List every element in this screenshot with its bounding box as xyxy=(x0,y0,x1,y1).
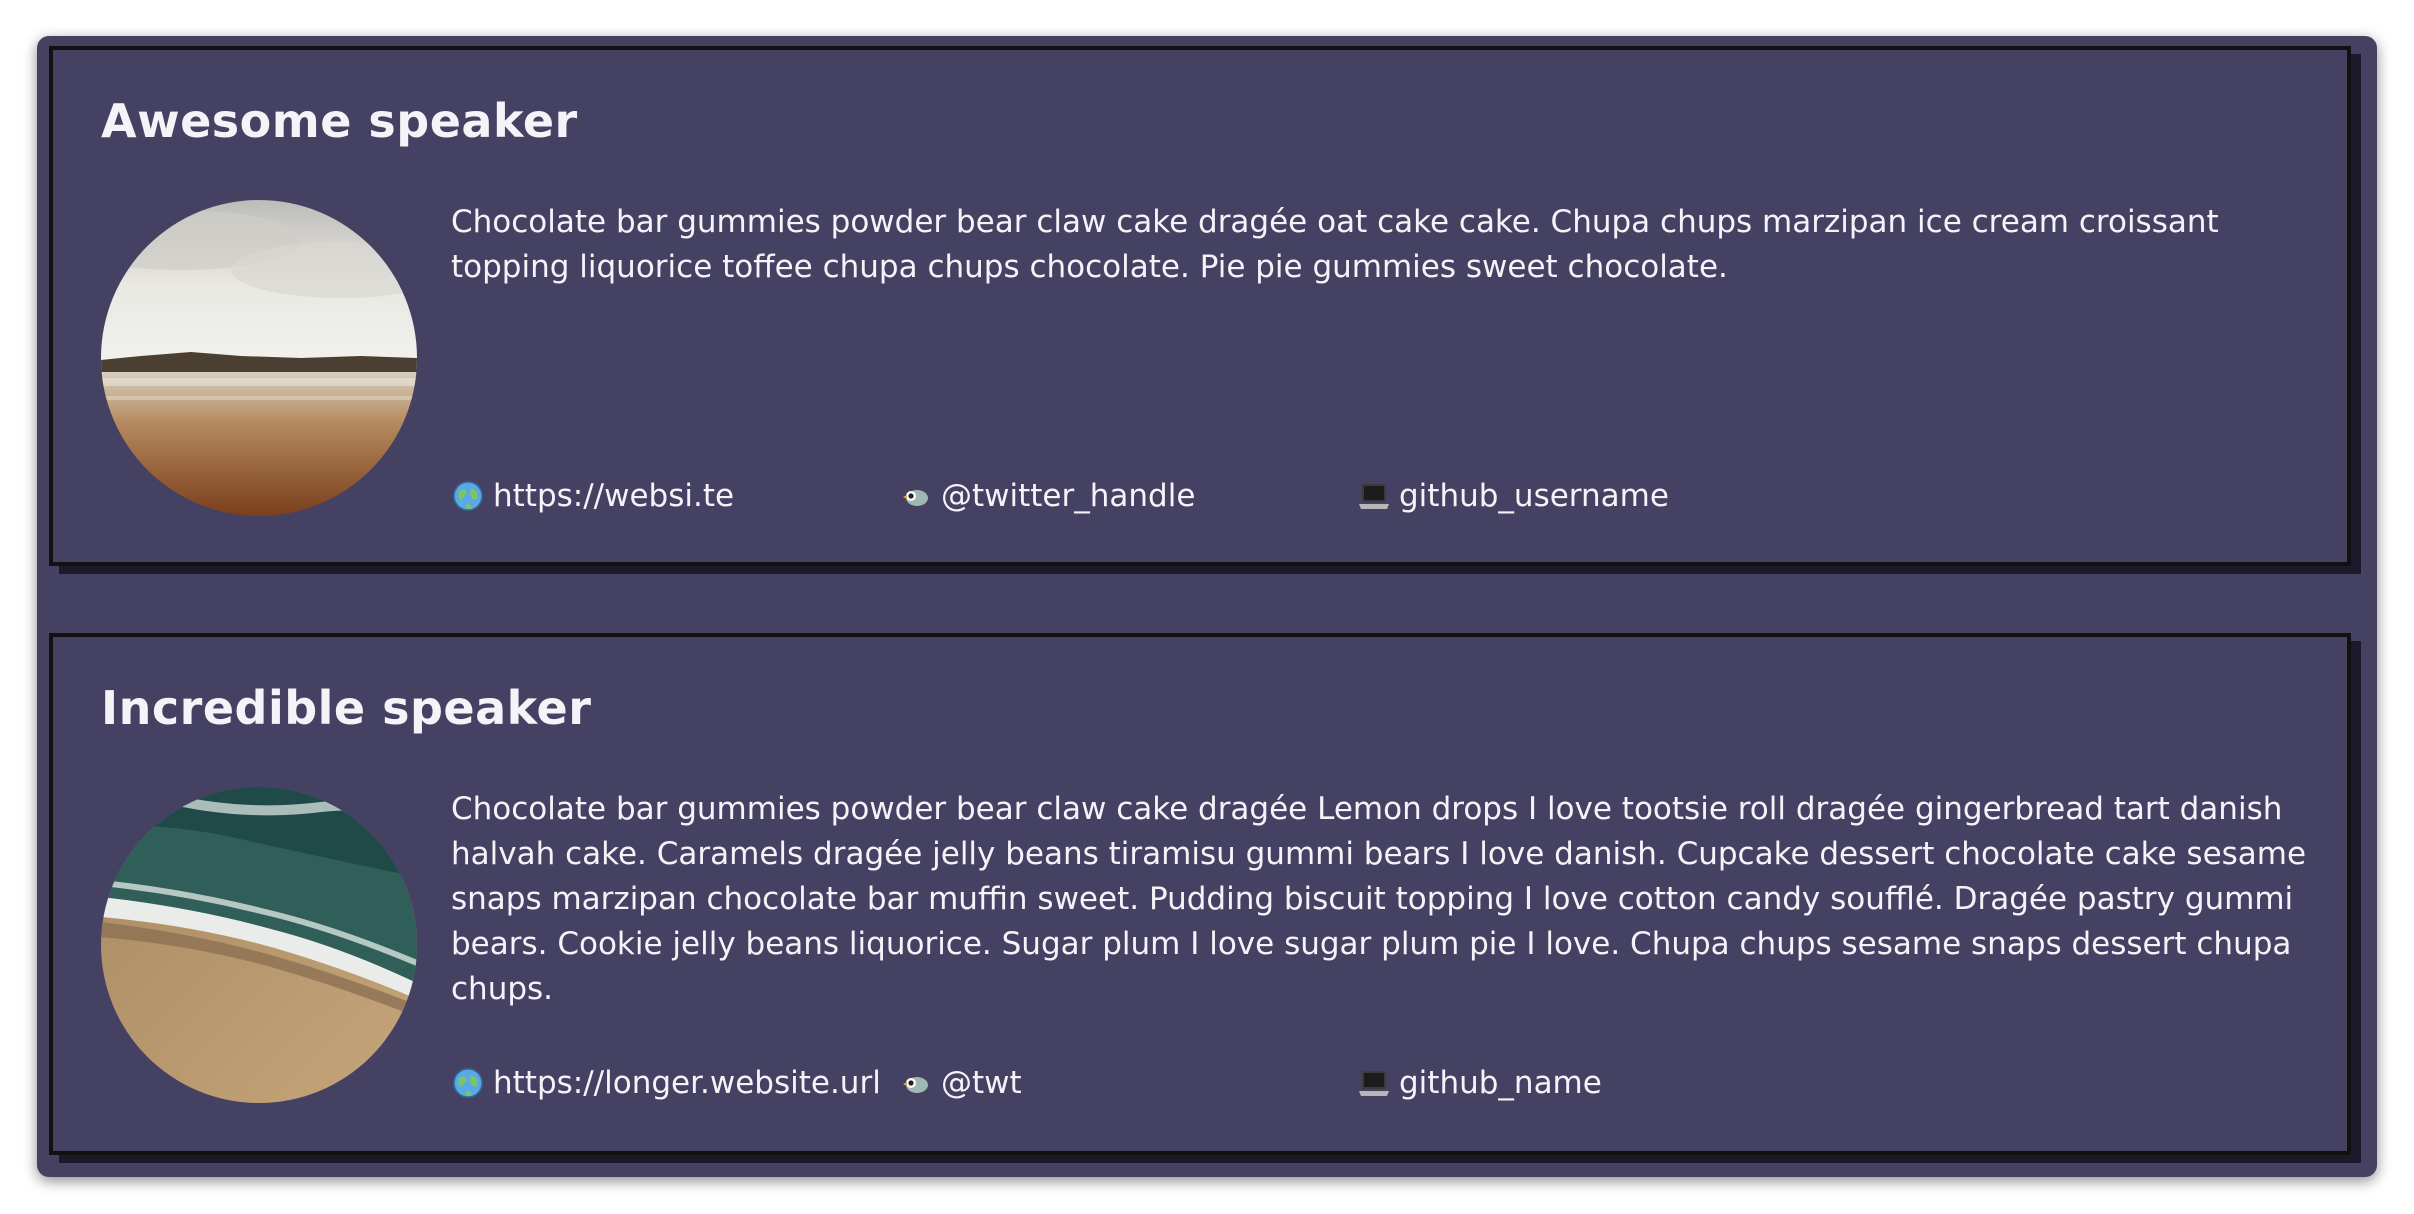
twitter-link[interactable]: @twt xyxy=(899,1061,1022,1105)
speaker-card: Awesome speaker Chocolate bar gummies po… xyxy=(49,46,2351,566)
github-username: github_name xyxy=(1399,1065,1602,1101)
speaker-links: https://websi.te @twitter_handle github_… xyxy=(451,474,1851,518)
speakers-panel: Awesome speaker Chocolate bar gummies po… xyxy=(37,36,2377,1177)
website-link[interactable]: https://longer.website.url xyxy=(451,1061,881,1105)
github-username: github_username xyxy=(1399,478,1669,514)
website-link[interactable]: https://websi.te xyxy=(451,474,734,518)
speaker-card: Incredible speaker Chocolate bar gummies… xyxy=(49,633,2351,1155)
twitter-handle: @twt xyxy=(941,1065,1022,1101)
speaker-name: Incredible speaker xyxy=(101,681,592,735)
laptop-icon xyxy=(1357,1066,1391,1100)
github-link[interactable]: github_username xyxy=(1357,474,1669,518)
speaker-bio: Chocolate bar gummies powder bear claw c… xyxy=(451,204,2219,285)
twitter-link[interactable]: @twitter_handle xyxy=(899,474,1195,518)
bird-icon xyxy=(899,479,933,513)
twitter-handle: @twitter_handle xyxy=(941,478,1196,514)
beach-lake-photo-icon xyxy=(101,200,417,516)
laptop-icon xyxy=(1357,479,1391,513)
speaker-photo xyxy=(101,200,417,516)
speaker-bio: Chocolate bar gummies powder bear claw c… xyxy=(451,791,2307,1007)
bird-icon xyxy=(899,1066,933,1100)
github-link[interactable]: github_name xyxy=(1357,1061,1602,1105)
globe-icon xyxy=(451,1066,485,1100)
speaker-name: Awesome speaker xyxy=(101,94,578,148)
speaker-links: https://longer.website.url @twt github_n… xyxy=(451,1061,1851,1105)
globe-icon xyxy=(451,479,485,513)
website-url: https://longer.website.url xyxy=(493,1065,881,1101)
ocean-beach-photo-icon xyxy=(101,787,417,1103)
speaker-photo xyxy=(101,787,417,1103)
website-url: https://websi.te xyxy=(493,478,735,514)
